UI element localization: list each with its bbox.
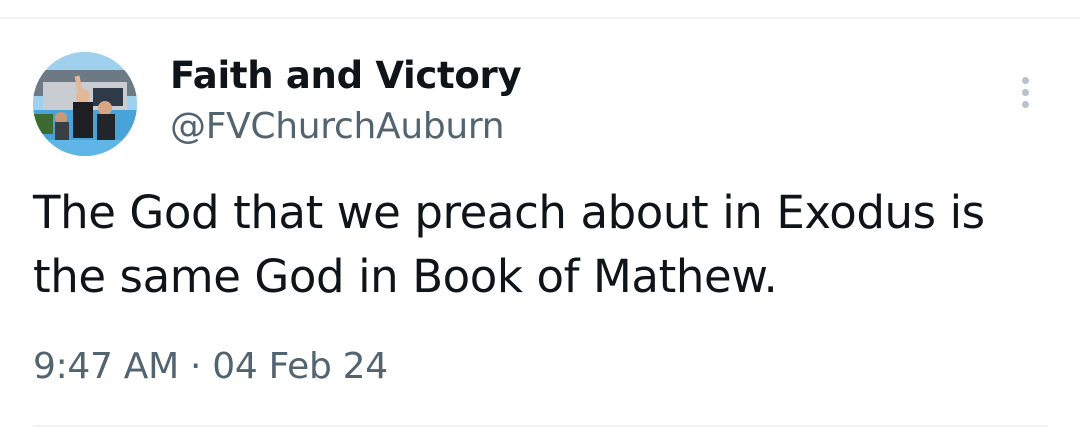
tweet-text-line-2: the same God in Book of Mathew. (33, 250, 778, 303)
bottom-divider (33, 425, 1048, 427)
avatar[interactable] (33, 52, 137, 156)
tweet-text-line-1: The God that we preach about in Exodus i… (33, 186, 985, 239)
tweet[interactable]: Faith and Victory @FVChurchAuburn The Go… (0, 19, 1080, 432)
tweet-text: The God that we preach about in Exodus i… (33, 181, 1043, 309)
author-handle[interactable]: @FVChurchAuburn (170, 105, 505, 149)
tweet-timestamp[interactable]: 9:47 AM · 04 Feb 24 (33, 345, 388, 389)
more-options-button[interactable] (1008, 71, 1044, 115)
avatar-photo (33, 52, 137, 156)
author-name[interactable]: Faith and Victory (170, 53, 522, 99)
